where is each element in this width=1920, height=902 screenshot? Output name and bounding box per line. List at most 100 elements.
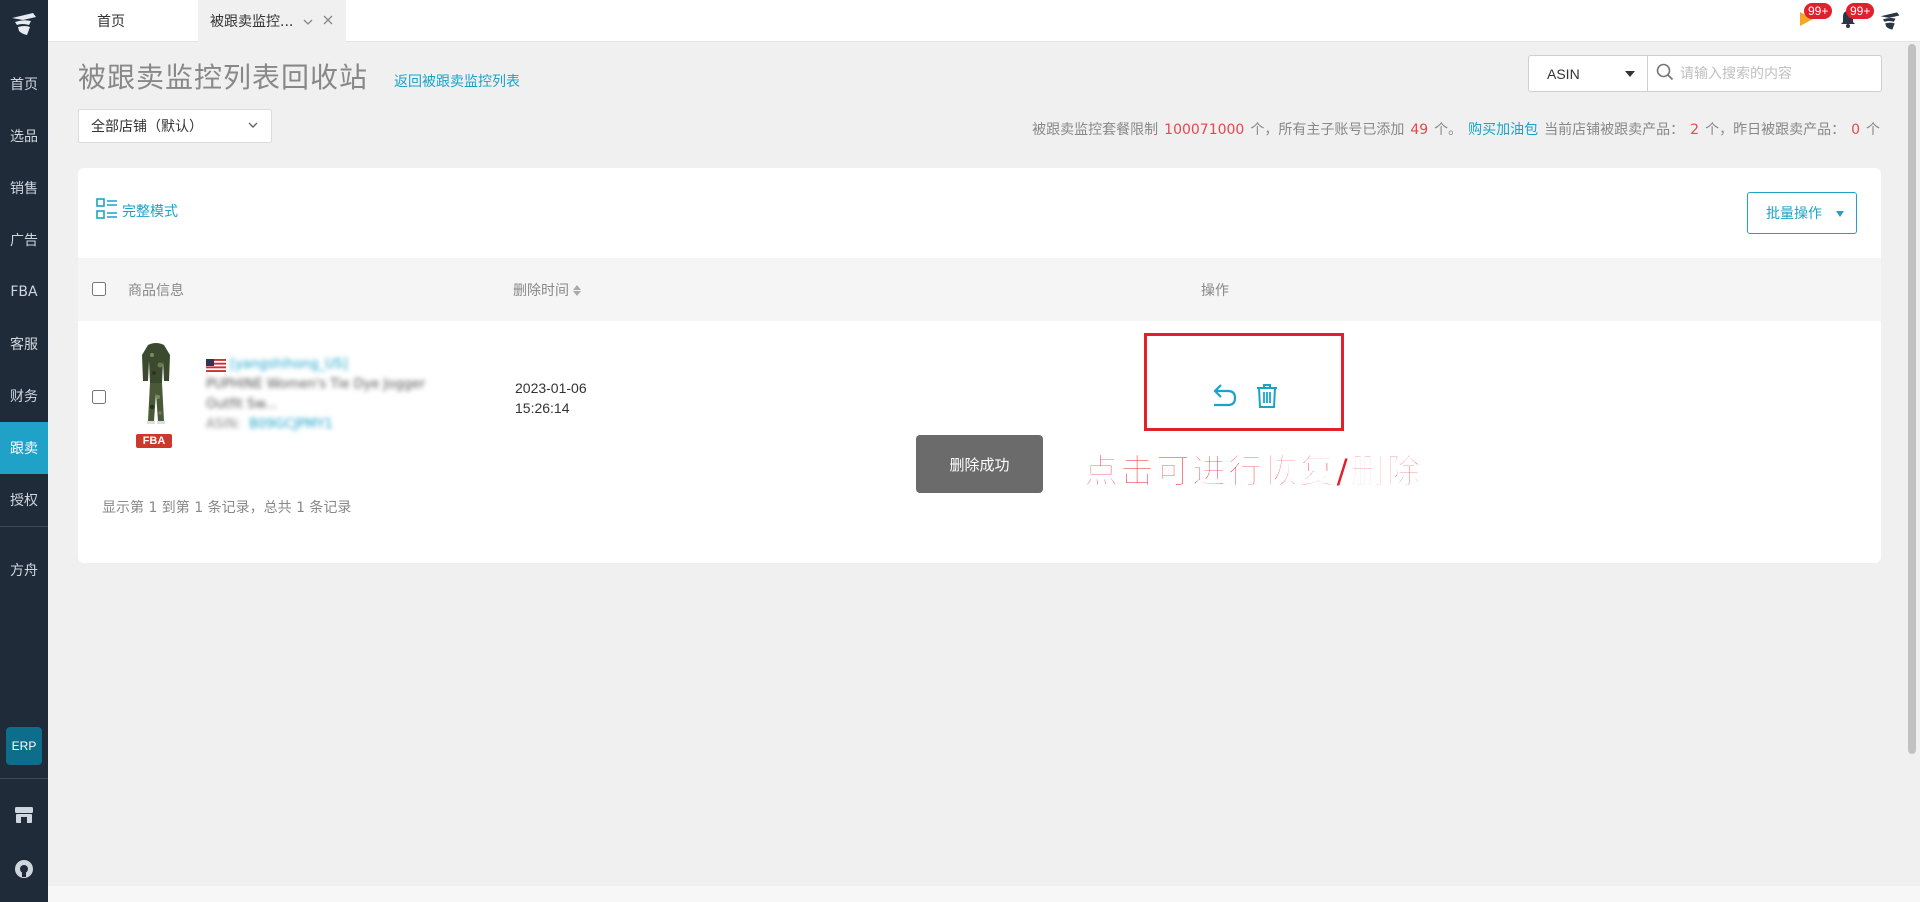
- sidebar-item-authorization[interactable]: 授权: [0, 474, 48, 526]
- sidebar-item-label: 首页: [10, 77, 38, 93]
- product-image[interactable]: [134, 341, 178, 425]
- sidebar-item-label: FBA: [10, 284, 38, 300]
- user-avatar-icon[interactable]: [1878, 9, 1902, 33]
- search-type-value: ASIN: [1547, 65, 1580, 82]
- recycle-list-card: 完整模式 批量操作 商品信息 删除时间 操作 FBA [yangshihong_…: [78, 168, 1881, 563]
- limit-value: 100071000: [1164, 122, 1245, 138]
- column-delete-time[interactable]: 删除时间: [513, 280, 581, 300]
- caret-down-icon: [1625, 71, 1635, 77]
- chevron-down-icon[interactable]: [303, 14, 313, 28]
- erp-button[interactable]: ERP: [6, 727, 42, 765]
- store-select[interactable]: 全部店铺（默认）: [78, 109, 272, 143]
- sidebar-item-label: 选品: [10, 129, 38, 145]
- store-select-value: 全部店铺（默认）: [91, 119, 203, 135]
- trash-icon[interactable]: [1252, 381, 1282, 411]
- batch-operation-label: 批量操作: [1766, 206, 1822, 222]
- toast-message: 删除成功: [916, 435, 1043, 493]
- buy-addon-link[interactable]: 购买加油包: [1468, 122, 1538, 138]
- sidebar-item-label: 授权: [10, 493, 38, 509]
- list-mode-icon: [96, 198, 118, 224]
- tab-active-label: 被跟卖监控...: [210, 14, 294, 30]
- back-to-monitor-list-link[interactable]: 返回被跟卖监控列表: [394, 71, 520, 91]
- sidebar-item-selection[interactable]: 选品: [0, 110, 48, 162]
- bottom-strip: [48, 886, 1920, 902]
- sidebar-item-ark[interactable]: 方舟: [0, 544, 48, 596]
- flag-notification-button[interactable]: 99+: [1794, 3, 1833, 33]
- headset-icon[interactable]: [0, 854, 48, 884]
- flag-badge: 99+: [1804, 3, 1833, 19]
- product-asin: ASIN: B09GCJPMY1: [206, 415, 446, 435]
- store-icon[interactable]: [0, 800, 48, 830]
- added-label: 个，所有主子账号已添加: [1250, 122, 1405, 138]
- full-mode-toggle[interactable]: 完整模式: [96, 198, 178, 224]
- search-type-select[interactable]: ASIN: [1529, 56, 1648, 91]
- sort-icon[interactable]: [573, 284, 581, 296]
- search-input-wrap: [1648, 56, 1881, 91]
- sidebar-item-label: 广告: [10, 233, 38, 249]
- sidebar-item-home[interactable]: 首页: [0, 58, 48, 110]
- column-delete-time-label: 删除时间: [513, 283, 569, 299]
- sidebar-item-finance[interactable]: 财务: [0, 370, 48, 422]
- sidebar-item-ads[interactable]: 广告: [0, 214, 48, 266]
- sidebar-divider: [0, 526, 48, 527]
- yesterday-label: 个，昨日被跟卖产品：: [1705, 122, 1846, 138]
- sidebar-item-service[interactable]: 客服: [0, 318, 48, 370]
- row-checkbox[interactable]: [92, 390, 106, 404]
- product-info: [yangshihong_US] PUPHINE Women's Tie Dye…: [206, 355, 446, 435]
- batch-operation-button[interactable]: 批量操作: [1747, 192, 1857, 234]
- sidebar-divider: [0, 778, 48, 779]
- asin-link[interactable]: B09GCJPMY1: [249, 417, 333, 432]
- caret-down-icon: [1836, 211, 1844, 217]
- row-operations: [1208, 381, 1282, 411]
- added-value: 49: [1410, 122, 1429, 138]
- tab-follow-sell-recycle[interactable]: 被跟卖监控...: [198, 0, 346, 42]
- pagination-summary: 显示第 1 到第 1 条记录，总共 1 条记录: [102, 500, 352, 516]
- sidebar-item-follow-sell[interactable]: 跟卖: [0, 422, 48, 474]
- row-checkbox-wrap: [92, 389, 106, 408]
- app-logo-icon[interactable]: [0, 0, 48, 48]
- full-mode-label: 完整模式: [122, 204, 178, 220]
- tab-home-label: 首页: [97, 14, 125, 30]
- sidebar-item-sales[interactable]: 销售: [0, 162, 48, 214]
- search-icon: [1656, 63, 1674, 85]
- us-flag-icon: [206, 358, 226, 372]
- current-value: 2: [1690, 122, 1700, 138]
- current-label: 当前店铺被跟卖产品：: [1544, 122, 1685, 138]
- search-input[interactable]: [1680, 65, 1870, 82]
- added-unit: 个。: [1434, 122, 1463, 138]
- column-goods-info: 商品信息: [128, 283, 184, 299]
- shop-name-link[interactable]: [yangshihong_US]: [230, 355, 348, 375]
- page-title: 被跟卖监控列表回收站: [78, 61, 369, 94]
- sidebar-item-label: 跟卖: [10, 441, 38, 457]
- delete-clock-time: 15:26:14: [515, 400, 570, 416]
- top-right-tools: 99+ 99+: [1794, 3, 1902, 36]
- tab-home[interactable]: 首页: [48, 0, 198, 42]
- limit-label: 被跟卖监控套餐限制: [1032, 122, 1159, 138]
- search-group: ASIN: [1528, 55, 1882, 92]
- close-icon[interactable]: [323, 13, 333, 29]
- page-scrollbar[interactable]: [1908, 44, 1916, 754]
- quota-stats: 被跟卖监控套餐限制 100071000 个，所有主子账号已添加 49 个。 购买加油包 当前…: [1032, 119, 1880, 139]
- table-header: 商品信息 删除时间 操作: [78, 258, 1881, 321]
- sidebar-item-label: 财务: [10, 389, 38, 405]
- select-all-checkbox-wrap: [92, 282, 106, 300]
- sidebar-item-label: 方舟: [10, 563, 38, 579]
- chevron-down-icon: [247, 119, 259, 135]
- delete-date: 2023-01-06: [515, 380, 587, 396]
- yesterday-unit: 个: [1866, 122, 1880, 138]
- annotation-text: 点击可进行恢复/删除: [1083, 452, 1423, 493]
- select-all-checkbox[interactable]: [92, 282, 106, 296]
- restore-icon[interactable]: [1208, 381, 1238, 411]
- delete-time: 2023-01-06 15:26:14: [515, 378, 587, 418]
- sidebar: 首页 选品 销售 广告 FBA 客服 财务 跟卖 授权 方舟 ERP: [0, 0, 48, 902]
- bell-notification-button[interactable]: 99+: [1836, 3, 1875, 33]
- asin-label: ASIN:: [206, 417, 242, 432]
- top-tab-bar: 首页 被跟卖监控... 99+ 99+: [48, 0, 1920, 42]
- sidebar-item-label: 销售: [10, 181, 38, 197]
- sidebar-item-label: 客服: [10, 337, 38, 353]
- fba-tag: FBA: [136, 434, 172, 448]
- sidebar-item-fba[interactable]: FBA: [0, 266, 48, 318]
- product-title[interactable]: PUPHINE Women's Tie Dye Jogger Outfit Sw…: [206, 375, 446, 415]
- yesterday-value: 0: [1851, 122, 1860, 138]
- bell-badge: 99+: [1846, 3, 1875, 19]
